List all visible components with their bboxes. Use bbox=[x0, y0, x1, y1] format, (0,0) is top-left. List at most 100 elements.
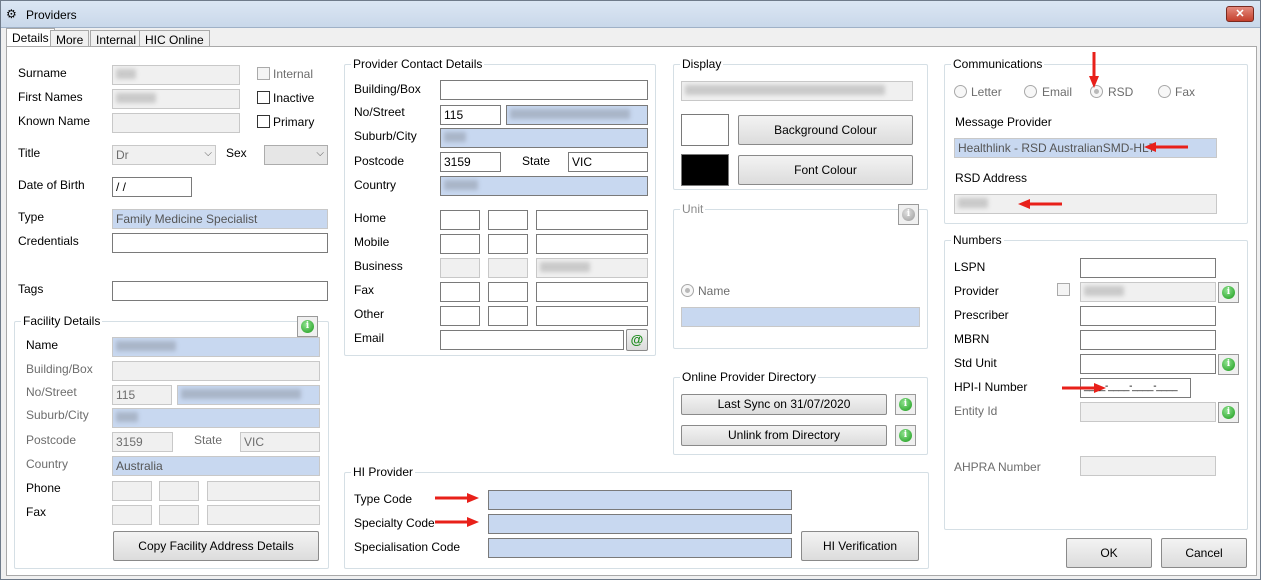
contact-business-prefix-field[interactable] bbox=[488, 258, 528, 278]
unit-name-radio[interactable] bbox=[681, 284, 694, 297]
std-unit-field[interactable] bbox=[1080, 354, 1216, 374]
contact-other-area-field[interactable] bbox=[440, 306, 480, 326]
unit-name-field[interactable] bbox=[681, 307, 920, 327]
internal-label: Internal bbox=[273, 67, 314, 81]
rsd-address-field[interactable] bbox=[954, 194, 1217, 214]
type-field[interactable]: Family Medicine Specialist bbox=[112, 209, 328, 229]
facility-postcode-field[interactable]: 3159 bbox=[112, 432, 173, 452]
fax-radio[interactable] bbox=[1158, 85, 1171, 98]
contact-suburb-field[interactable] bbox=[440, 128, 648, 148]
facility-info-icon[interactable] bbox=[297, 316, 318, 337]
provider-number-info-icon[interactable] bbox=[1218, 282, 1239, 303]
contact-business-number-field[interactable] bbox=[536, 258, 648, 278]
contact-home-number-field[interactable] bbox=[536, 210, 648, 230]
facility-phone-number-field[interactable] bbox=[207, 481, 320, 501]
surname-field[interactable] bbox=[112, 65, 240, 85]
sex-label: Sex bbox=[226, 146, 247, 160]
communications-group: Communications Letter Email RSD Fax Mess… bbox=[944, 57, 1248, 224]
contact-mobile-prefix-field[interactable] bbox=[488, 234, 528, 254]
mbrn-field[interactable] bbox=[1080, 330, 1216, 350]
contact-mobile-area-field[interactable] bbox=[440, 234, 480, 254]
hi-type-code-field[interactable] bbox=[488, 490, 792, 510]
tab-details[interactable]: Details bbox=[6, 28, 55, 47]
prescriber-field[interactable] bbox=[1080, 306, 1216, 326]
close-button[interactable]: ✕ bbox=[1226, 6, 1254, 22]
contact-other-number-field[interactable] bbox=[536, 306, 648, 326]
font-colour-swatch bbox=[681, 154, 729, 186]
contact-fax-area-field[interactable] bbox=[440, 282, 480, 302]
facility-state-field[interactable]: VIC bbox=[240, 432, 320, 452]
tab-hic-online[interactable]: HIC Online bbox=[139, 30, 210, 47]
sync-info-icon[interactable] bbox=[895, 394, 916, 415]
contact-email-field[interactable] bbox=[440, 330, 624, 350]
facility-street-no-field[interactable]: 115 bbox=[112, 385, 172, 405]
facility-name-field[interactable] bbox=[112, 337, 320, 357]
facility-building-field[interactable] bbox=[112, 361, 320, 381]
background-colour-button[interactable]: Background Colour bbox=[738, 115, 913, 145]
email-radio[interactable] bbox=[1024, 85, 1037, 98]
contact-state-field[interactable]: VIC bbox=[568, 152, 648, 172]
contact-country-field[interactable] bbox=[440, 176, 648, 196]
hi-verification-button[interactable]: HI Verification bbox=[801, 531, 919, 561]
last-sync-button[interactable]: Last Sync on 31/07/2020 bbox=[681, 394, 887, 415]
contact-mobile-number-field[interactable] bbox=[536, 234, 648, 254]
provider-contact-title: Provider Contact Details bbox=[351, 57, 485, 71]
entity-id-field[interactable] bbox=[1080, 402, 1216, 422]
primary-checkbox[interactable] bbox=[257, 115, 270, 128]
copy-facility-address-button[interactable]: Copy Facility Address Details bbox=[113, 531, 319, 561]
tags-field[interactable] bbox=[112, 281, 328, 301]
std-unit-info-icon[interactable] bbox=[1218, 354, 1239, 375]
internal-checkbox[interactable] bbox=[257, 67, 270, 80]
title-dropdown[interactable]: Dr ⌵ bbox=[112, 145, 216, 165]
hi-type-code-label: Type Code bbox=[354, 492, 413, 506]
ahpra-number-field[interactable] bbox=[1080, 456, 1216, 476]
provider-number-field[interactable] bbox=[1080, 282, 1216, 302]
online-provider-directory-group: Online Provider Directory Last Sync on 3… bbox=[673, 370, 928, 455]
dob-field[interactable]: / / bbox=[112, 177, 192, 197]
contact-fax-prefix-field[interactable] bbox=[488, 282, 528, 302]
contact-building-field[interactable] bbox=[440, 80, 648, 100]
lspn-field[interactable] bbox=[1080, 258, 1216, 278]
contact-postcode-field[interactable]: 3159 bbox=[440, 152, 501, 172]
facility-country-field[interactable]: Australia bbox=[112, 456, 320, 476]
unlink-directory-button[interactable]: Unlink from Directory bbox=[681, 425, 887, 446]
display-name-field[interactable] bbox=[681, 81, 913, 101]
inactive-checkbox[interactable] bbox=[257, 91, 270, 104]
facility-phone-area-field[interactable] bbox=[112, 481, 152, 501]
sex-dropdown[interactable]: ⌵ bbox=[264, 145, 328, 165]
provider-number-checkbox[interactable] bbox=[1057, 283, 1070, 296]
contact-home-area-field[interactable] bbox=[440, 210, 480, 230]
contact-street-name-field[interactable] bbox=[506, 105, 648, 125]
unlink-info-icon[interactable] bbox=[895, 425, 916, 446]
facility-fax-area-field[interactable] bbox=[112, 505, 152, 525]
facility-suburb-label: Suburb/City bbox=[26, 408, 89, 422]
hi-specialty-code-field[interactable] bbox=[488, 514, 792, 534]
hi-specialisation-code-field[interactable] bbox=[488, 538, 792, 558]
chevron-down-icon: ⌵ bbox=[316, 148, 324, 159]
contact-fax-number-field[interactable] bbox=[536, 282, 648, 302]
known-name-field[interactable] bbox=[112, 113, 240, 133]
facility-fax-number-field[interactable] bbox=[207, 505, 320, 525]
tab-more[interactable]: More bbox=[50, 30, 90, 47]
tab-internal[interactable]: Internal bbox=[90, 30, 143, 47]
contact-home-prefix-field[interactable] bbox=[488, 210, 528, 230]
first-names-field[interactable] bbox=[112, 89, 240, 109]
unit-info-icon[interactable] bbox=[898, 204, 919, 225]
cancel-button[interactable]: Cancel bbox=[1161, 538, 1247, 568]
facility-fax-prefix-field[interactable] bbox=[159, 505, 199, 525]
ok-button[interactable]: OK bbox=[1066, 538, 1152, 568]
contact-street-no-field[interactable]: 115 bbox=[440, 105, 501, 125]
contact-business-area-field[interactable] bbox=[440, 258, 480, 278]
rsd-address-label: RSD Address bbox=[955, 171, 1028, 185]
facility-suburb-field[interactable] bbox=[112, 408, 320, 428]
letter-radio[interactable] bbox=[954, 85, 967, 98]
font-colour-button[interactable]: Font Colour bbox=[738, 155, 913, 185]
email-at-button[interactable]: @ bbox=[626, 329, 648, 351]
entity-id-info-icon[interactable] bbox=[1218, 402, 1239, 423]
contact-other-prefix-field[interactable] bbox=[488, 306, 528, 326]
providers-window: ⚙ Providers ✕ Details More Internal HIC … bbox=[0, 0, 1261, 580]
facility-phone-prefix-field[interactable] bbox=[159, 481, 199, 501]
prescriber-label: Prescriber bbox=[954, 308, 1009, 322]
credentials-field[interactable] bbox=[112, 233, 328, 253]
facility-street-name-field[interactable] bbox=[177, 385, 320, 405]
